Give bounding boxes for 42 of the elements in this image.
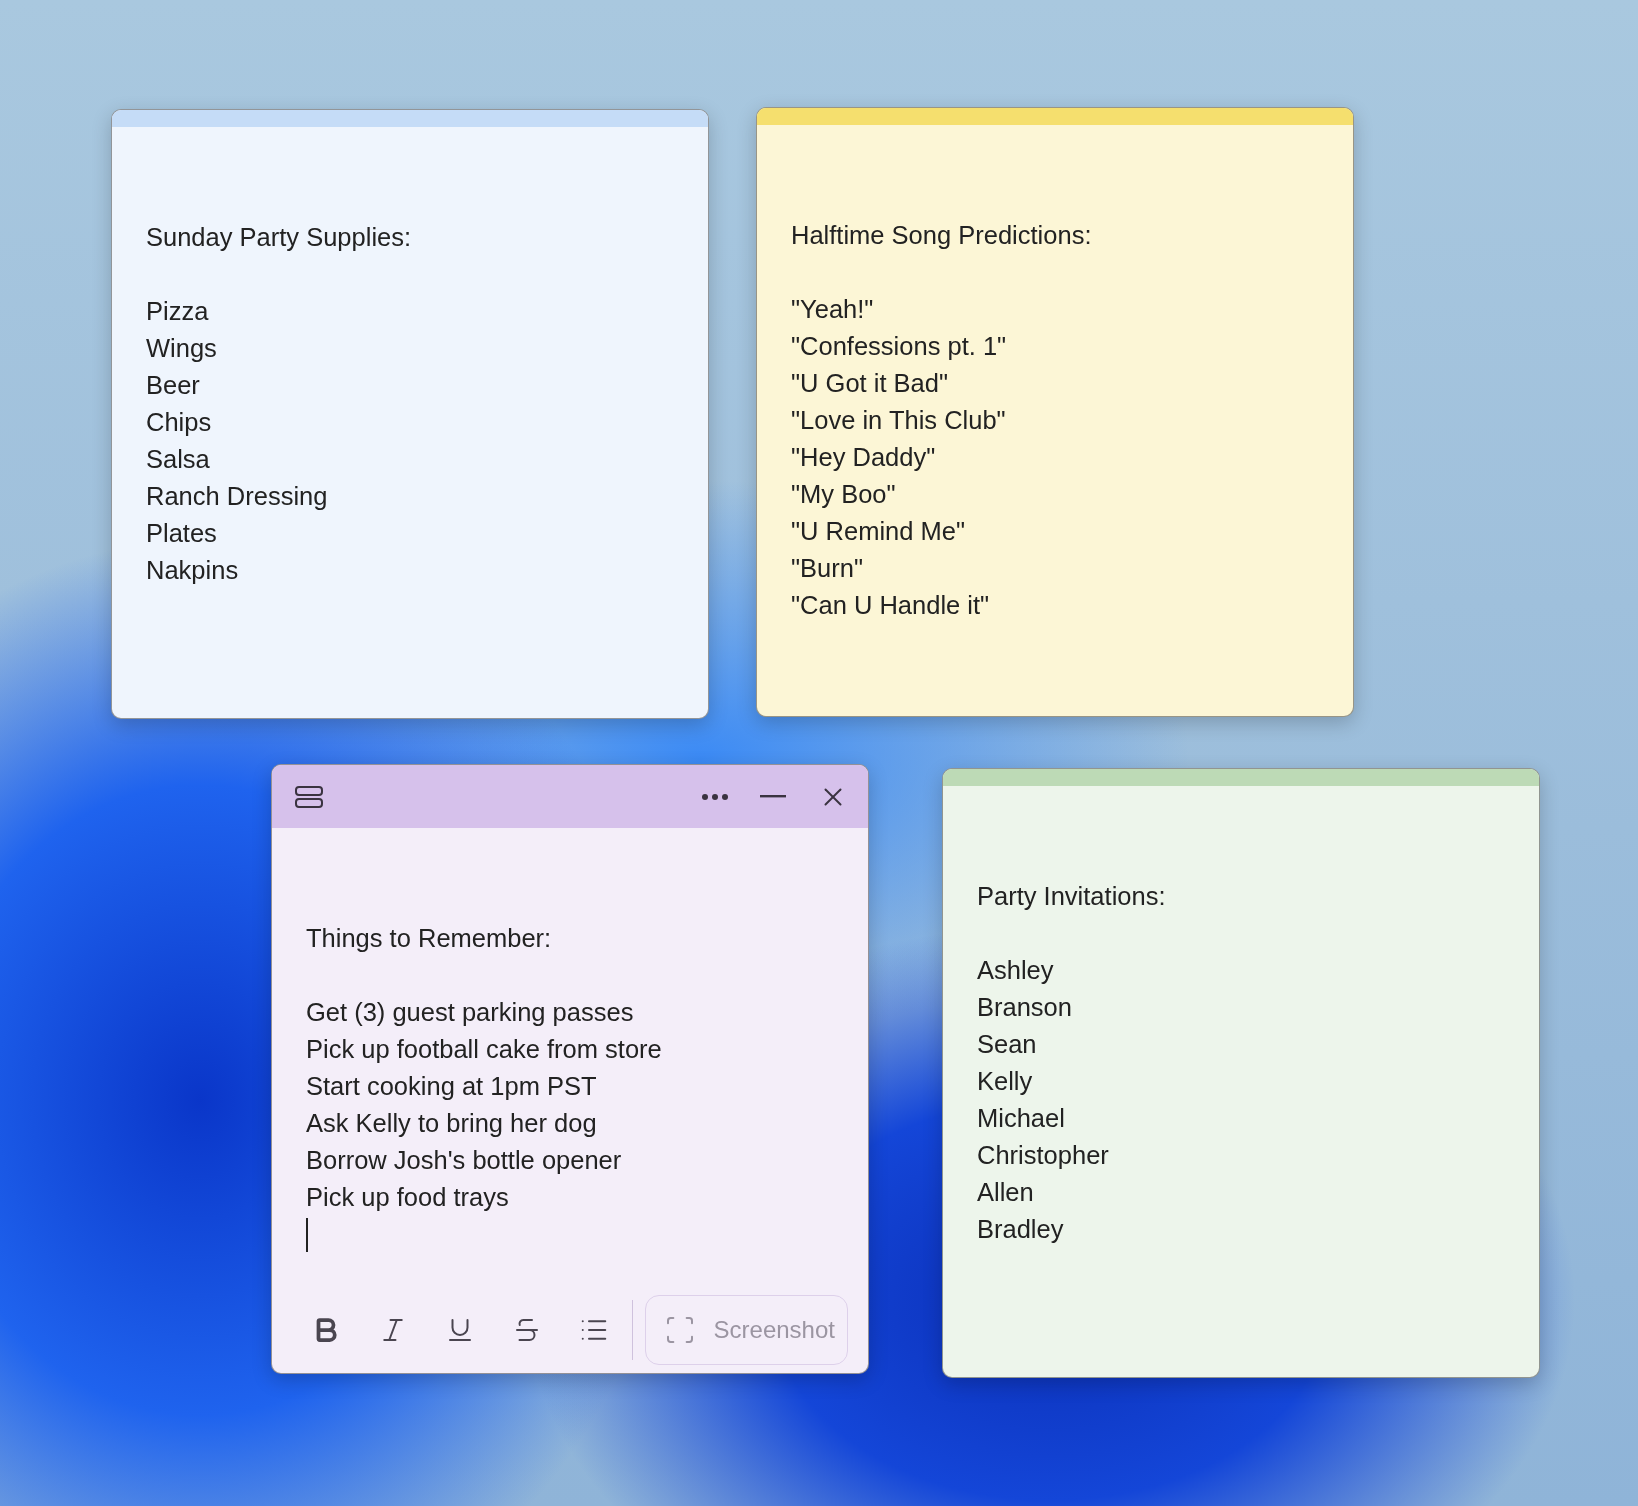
note-line: Get (3) guest parking passes (306, 997, 635, 1028)
note-line: Pick up food trays (306, 1182, 510, 1213)
note-line: "Yeah!" (791, 294, 875, 325)
note-line: Pizza (146, 296, 210, 327)
note-line: Wings (146, 333, 218, 364)
note-line: "Love in This Club" (791, 405, 1007, 436)
note-line: Allen (977, 1177, 1035, 1208)
note-line: "My Boo" (791, 479, 897, 510)
note-line: Bradley (977, 1214, 1065, 1245)
note-line: Ranch Dressing (146, 481, 329, 512)
note-title: Things to Remember: (306, 923, 553, 954)
note-line: Beer (146, 370, 201, 401)
sticky-note[interactable]: Sunday Party Supplies: Pizza Wings Beer Chips Salsa Ranch Dressing Plates Nakpins (111, 109, 709, 719)
note-title: Party Invitations: (977, 881, 1167, 912)
note-line: Christopher (977, 1140, 1110, 1171)
note-line: "U Got it Bad" (791, 368, 949, 399)
more-icon (702, 793, 728, 800)
note-line: Plates (146, 518, 218, 549)
note-line: Nakpins (146, 555, 240, 586)
note-line: Ask Kelly to bring her dog (306, 1108, 598, 1139)
sticky-note[interactable]: Halftime Song Predictions: "Yeah!" "Confessions pt. 1" "U Got it Bad" "Love in This Club" "Hey Daddy" "My Boo" "U Remind Me" "Burn" "Can U Handle it" (756, 107, 1354, 717)
note-title: Halftime Song Predictions: (791, 220, 1093, 251)
note-line: Pick up football cake from store (306, 1034, 663, 1065)
note-line: Chips (146, 407, 213, 438)
note-line: Kelly (977, 1066, 1034, 1097)
note-line: Salsa (146, 444, 211, 475)
note-line: Michael (977, 1103, 1066, 1134)
note-line: "Can U Handle it" (791, 590, 991, 621)
note-title: Sunday Party Supplies: (146, 222, 413, 253)
note-line: "Burn" (791, 553, 864, 584)
note-line: "U Remind Me" (791, 516, 966, 547)
menu-icon (294, 784, 324, 809)
note-line: Branson (977, 992, 1073, 1023)
note-line: "Hey Daddy" (791, 442, 937, 473)
note-line: Borrow Josh's bottle opener (306, 1145, 623, 1176)
note-line: Ashley (977, 955, 1055, 986)
sticky-note[interactable]: Party Invitations: Ashley Branson Sean Kelly Michael Christopher Allen Bradley (942, 768, 1540, 1378)
text-cursor (306, 1218, 308, 1252)
note-line: Start cooking at 1pm PST (306, 1071, 598, 1102)
note-line: "Confessions pt. 1" (791, 331, 1008, 362)
note-line: Sean (977, 1029, 1038, 1060)
minimize-icon (760, 795, 786, 798)
